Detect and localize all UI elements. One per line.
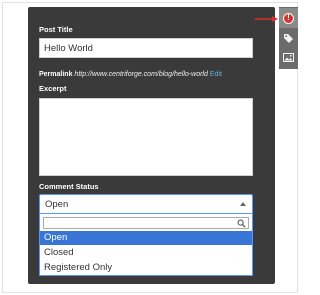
permalink-label: Permalink (39, 71, 73, 78)
tag-icon (284, 34, 293, 43)
excerpt-label: Excerpt (39, 84, 67, 93)
option-closed[interactable]: Closed (40, 246, 252, 260)
dropdown-search-input[interactable] (43, 217, 249, 229)
comment-status-dropdown: Open Closed Registered Only (39, 214, 253, 276)
post-title-input[interactable]: Hello World (39, 38, 253, 58)
alert-icon (283, 13, 294, 24)
caret-up-icon (240, 202, 246, 206)
option-registered-only[interactable]: Registered Only (40, 261, 252, 275)
pointer-arrow-icon (255, 16, 278, 22)
search-icon (237, 219, 246, 228)
side-toolbar (279, 7, 298, 69)
image-icon (283, 53, 294, 62)
comment-status-value: Open (45, 199, 69, 210)
comment-status-select[interactable]: Open (39, 194, 253, 214)
comment-status-label: Comment Status (39, 182, 99, 191)
image-button[interactable] (279, 48, 298, 68)
option-open[interactable]: Open (40, 231, 252, 245)
permalink-edit-link[interactable]: Edit (210, 71, 222, 78)
alert-button[interactable] (279, 8, 298, 28)
excerpt-textarea[interactable] (39, 98, 253, 176)
tag-button[interactable] (279, 28, 298, 48)
post-title-label: Post Title (39, 25, 73, 34)
permalink-url: http://www.centriforge.com/blog/hello-wo… (74, 71, 208, 78)
permalink-row: Permalink http://www.centriforge.com/blo… (39, 70, 222, 80)
